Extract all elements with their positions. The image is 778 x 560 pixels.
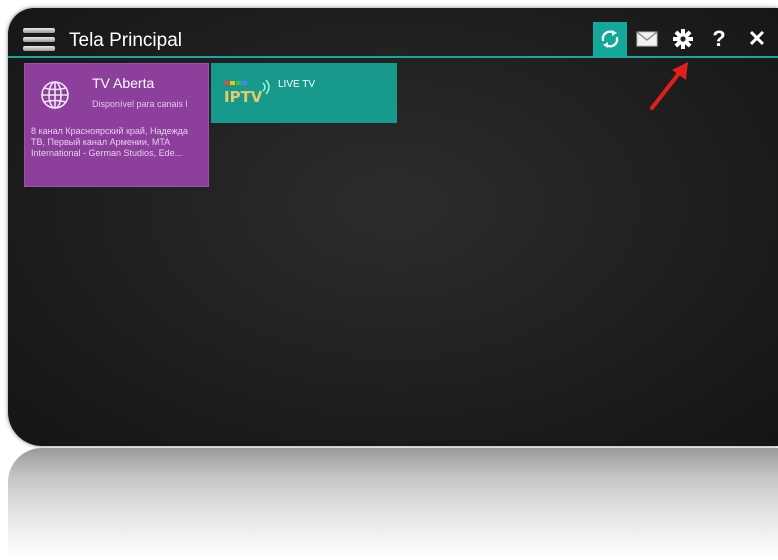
red-arrow-icon (650, 62, 688, 110)
mail-button[interactable] (630, 22, 664, 56)
globe-icon (41, 81, 69, 109)
tile-channel-list: 8 канал Красноярский край, Надежда ТВ, П… (31, 126, 188, 158)
help-icon: ? (712, 26, 726, 51)
app-screen: Tela Principal ? ✕ TV Aberta Disponível … (8, 8, 778, 446)
page-title: Tela Principal (69, 30, 182, 51)
screen-reflection (8, 448, 778, 560)
tile-live-tv[interactable]: IPTV LIVE TV (211, 63, 397, 123)
refresh-icon (601, 30, 619, 48)
iptv-logo-text: IPTV (224, 88, 263, 106)
close-button[interactable]: ✕ (740, 22, 774, 56)
gear-icon (673, 29, 693, 49)
iptv-logo-icon: IPTV (224, 79, 270, 106)
refresh-button[interactable] (593, 22, 627, 56)
mail-icon (636, 31, 658, 47)
top-bar: Tela Principal ? ✕ (8, 22, 778, 58)
tile-tv-aberta[interactable]: TV Aberta Disponível para canais l 8 кан… (24, 63, 209, 187)
settings-button[interactable] (666, 22, 700, 56)
help-button[interactable]: ? (702, 22, 736, 56)
tile-description: Disponível para canais l (92, 99, 188, 109)
menu-icon[interactable] (23, 28, 55, 52)
tile-title: LIVE TV (278, 79, 316, 90)
close-icon: ✕ (747, 26, 767, 51)
tile-title: TV Aberta (92, 75, 155, 91)
